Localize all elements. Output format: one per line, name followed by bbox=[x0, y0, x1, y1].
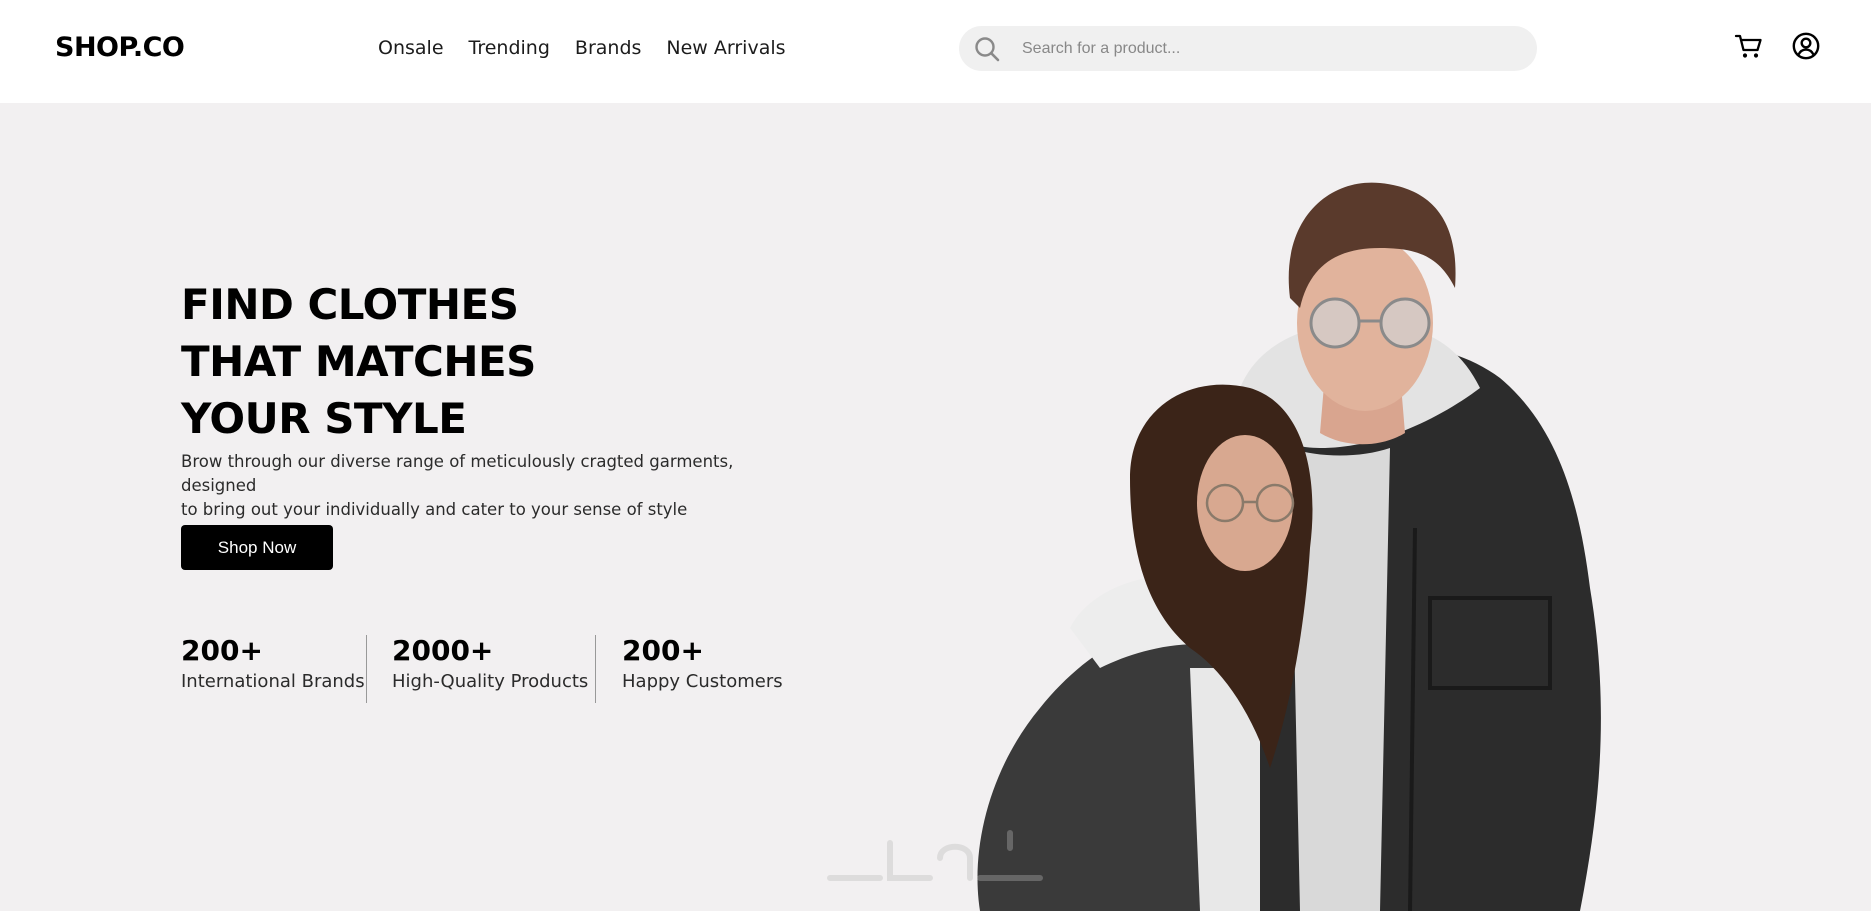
headline-line-3: YOUR STYLE bbox=[181, 394, 467, 443]
hero-description: Brow through our diverse range of meticu… bbox=[181, 450, 801, 522]
stat-value: 2000+ bbox=[392, 634, 494, 667]
stat-label: Happy Customers bbox=[622, 671, 783, 692]
nav-link-brands[interactable]: Brands bbox=[575, 37, 642, 59]
search-icon[interactable] bbox=[973, 35, 1001, 63]
headline-line-2: THAT MATCHES bbox=[181, 337, 536, 386]
stat-value: 200+ bbox=[622, 634, 704, 667]
stat-label: International Brands bbox=[181, 671, 365, 692]
shop-now-button[interactable]: Shop Now bbox=[181, 525, 333, 570]
stat-products: 2000+ High-Quality Products bbox=[392, 633, 588, 695]
stat-divider bbox=[595, 635, 596, 703]
nav-link-new-arrivals[interactable]: New Arrivals bbox=[666, 37, 785, 59]
search-input[interactable] bbox=[1022, 26, 1522, 71]
nav-link-trending[interactable]: Trending bbox=[469, 37, 550, 59]
stat-customers: 200+ Happy Customers bbox=[622, 633, 783, 695]
site-header: SHOP.CO Onsale Trending Brands New Arriv… bbox=[0, 0, 1871, 103]
hero-description-line-2: to bring out your individually and cater… bbox=[181, 500, 688, 519]
main-nav: Onsale Trending Brands New Arrivals bbox=[378, 37, 811, 59]
cart-icon[interactable] bbox=[1734, 31, 1764, 61]
hero-headline: FIND CLOTHES THAT MATCHES YOUR STYLE bbox=[181, 276, 536, 447]
stat-value: 200+ bbox=[181, 634, 263, 667]
search-bar bbox=[959, 26, 1537, 71]
nav-link-onsale[interactable]: Onsale bbox=[378, 37, 444, 59]
headline-line-1: FIND CLOTHES bbox=[181, 280, 519, 329]
site-logo[interactable]: SHOP.CO bbox=[55, 32, 185, 63]
hero-section: FIND CLOTHES THAT MATCHES YOUR STYLE Bro… bbox=[0, 103, 1871, 911]
watermark-logo bbox=[827, 830, 1043, 881]
account-icon[interactable] bbox=[1791, 31, 1821, 61]
stat-label: High-Quality Products bbox=[392, 671, 589, 692]
stat-brands: 200+ International Brands bbox=[181, 633, 365, 695]
hero-description-line-1: Brow through our diverse range of meticu… bbox=[181, 452, 734, 495]
stat-divider bbox=[366, 635, 367, 703]
hero-models-image bbox=[977, 182, 1601, 911]
